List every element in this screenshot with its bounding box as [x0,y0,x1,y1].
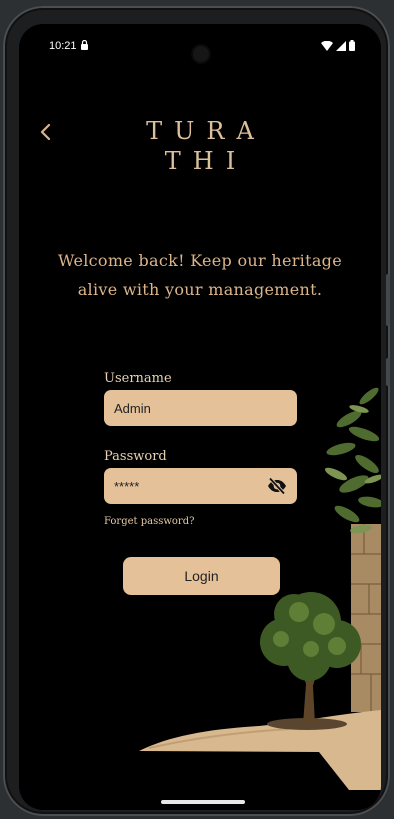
welcome-line-2: alive with your management. [77,280,323,299]
status-icons [321,40,355,51]
brand-line-1: TURA [146,117,266,145]
username-label: Username [104,371,172,386]
username-input[interactable] [104,390,297,426]
login-button[interactable]: Login [123,557,280,595]
password-label: Password [104,449,167,464]
lock-icon [81,40,88,50]
status-bar: 10:21 [19,24,381,64]
welcome-message: Welcome back! Keep our heritage alive wi… [19,246,381,304]
welcome-line-1: Welcome back! Keep our heritage [58,251,342,270]
battery-icon [349,40,355,51]
phone-frame: 10:21 TURA THI Welcome back! Keep our he… [3,6,390,816]
volume-button [386,274,390,326]
brand-line-2: THI [164,147,248,175]
home-indicator[interactable] [161,800,245,804]
username-field-container [104,390,297,426]
eye-off-icon[interactable] [267,477,287,495]
signal-icon [336,40,346,51]
wifi-icon [321,40,333,51]
front-camera [193,46,209,62]
password-field-container [104,468,297,504]
brand-logo: TURA THI [19,116,381,176]
app-screen: 10:21 TURA THI Welcome back! Keep our he… [19,24,381,810]
power-button [386,358,390,386]
forgot-password-link[interactable]: Forget password? [104,516,194,527]
status-time: 10:21 [49,40,77,52]
